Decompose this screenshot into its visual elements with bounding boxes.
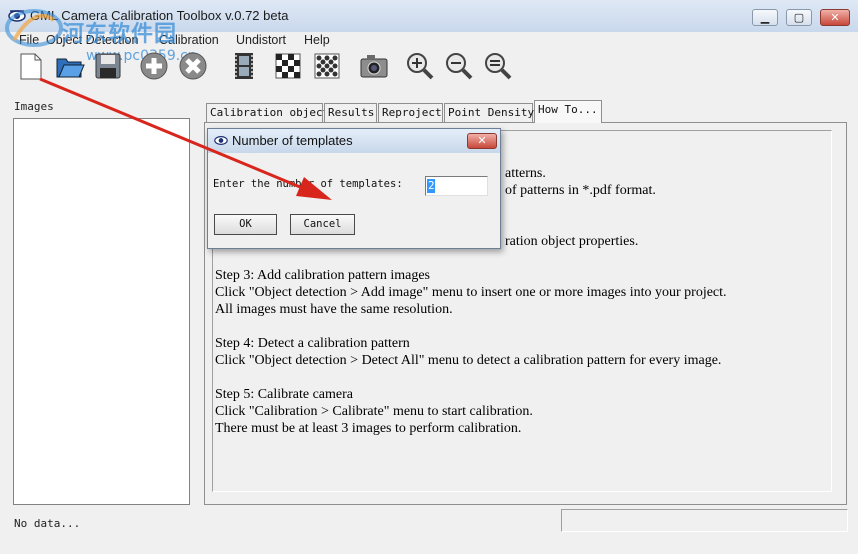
howto-partial-line: ration object properties. xyxy=(505,234,639,249)
dialog-close-button[interactable]: ✕ xyxy=(467,133,497,149)
step5-line: Click "Calibration > Calibrate" menu to … xyxy=(215,404,533,419)
step4-line: Click "Object detection > Detect All" me… xyxy=(215,353,722,368)
templates-label: Enter the number of templates: xyxy=(213,178,403,190)
open-button[interactable] xyxy=(54,50,86,82)
tab-how-to[interactable]: How To... xyxy=(534,100,602,123)
minimize-button[interactable]: ▁ xyxy=(752,9,778,26)
cancel-button[interactable]: Cancel xyxy=(290,214,355,235)
step4-title: Step 4: Detect a calibration pattern xyxy=(215,336,410,351)
save-button[interactable] xyxy=(92,50,124,82)
watermark-logo-icon xyxy=(5,9,63,47)
menu-help[interactable]: Help xyxy=(304,33,330,47)
maximize-button[interactable]: ▢ xyxy=(786,9,812,26)
close-button[interactable]: ✕ xyxy=(820,9,850,26)
step3-line: All images must have the same resolution… xyxy=(215,302,453,317)
remove-image-button[interactable] xyxy=(177,50,209,82)
maximize-icon: ▢ xyxy=(793,11,805,24)
save-disk-icon xyxy=(95,53,121,79)
watermark-text: 河东软件园 xyxy=(62,22,178,47)
number-of-templates-dialog: Number of templates ✕ Enter the number o… xyxy=(207,128,501,249)
zoom-out-button[interactable] xyxy=(443,50,475,82)
images-label: Images xyxy=(14,100,54,113)
status-panel xyxy=(561,509,848,532)
howto-partial-line: atterns. xyxy=(505,166,546,181)
howto-partial-line: of patterns in *.pdf format. xyxy=(505,183,656,198)
open-folder-icon xyxy=(56,58,85,78)
tab-calibration-object[interactable]: Calibration object xyxy=(206,103,329,122)
zoom-fit-button[interactable] xyxy=(482,50,514,82)
dialog-eye-icon xyxy=(214,136,228,145)
film-strip-icon xyxy=(235,53,253,79)
ok-button[interactable]: OK xyxy=(214,214,277,235)
minimize-icon: ▁ xyxy=(760,11,770,24)
step5-title: Step 5: Calibrate camera xyxy=(215,387,353,402)
tab-results[interactable]: Results xyxy=(324,103,377,122)
camera-button[interactable] xyxy=(358,50,390,82)
zoom-fit-icon xyxy=(485,53,512,80)
camera-icon xyxy=(360,55,388,78)
checkerboard-icon xyxy=(275,53,301,79)
step3-title: Step 3: Add calibration pattern images xyxy=(215,268,431,283)
close-icon: ✕ xyxy=(477,134,487,147)
images-list[interactable] xyxy=(13,118,190,505)
tab-point-density[interactable]: Point Density xyxy=(444,103,534,122)
remove-image-icon xyxy=(179,52,207,80)
templates-count-value: 2 xyxy=(428,179,435,192)
add-image-button[interactable] xyxy=(138,50,170,82)
close-icon: ✕ xyxy=(830,11,840,24)
step3-line: Click "Object detection > Add image" men… xyxy=(215,285,727,300)
zoom-out-icon xyxy=(446,53,473,80)
video-button[interactable] xyxy=(228,50,260,82)
circle-grid-icon xyxy=(314,53,340,79)
zoom-in-button[interactable] xyxy=(404,50,436,82)
add-image-icon xyxy=(140,52,168,80)
dialog-title: Number of templates xyxy=(232,133,353,148)
menu-undistort[interactable]: Undistort xyxy=(236,33,286,47)
checkerboard-button[interactable] xyxy=(272,50,304,82)
step5-line: There must be at least 3 images to perfo… xyxy=(215,421,522,436)
new-file-icon xyxy=(20,53,42,80)
status-text: No data... xyxy=(14,517,81,530)
tab-reproject[interactable]: Reproject xyxy=(378,103,443,122)
new-button[interactable] xyxy=(15,50,47,82)
circle-grid-button[interactable] xyxy=(311,50,343,82)
zoom-in-icon xyxy=(407,53,434,80)
